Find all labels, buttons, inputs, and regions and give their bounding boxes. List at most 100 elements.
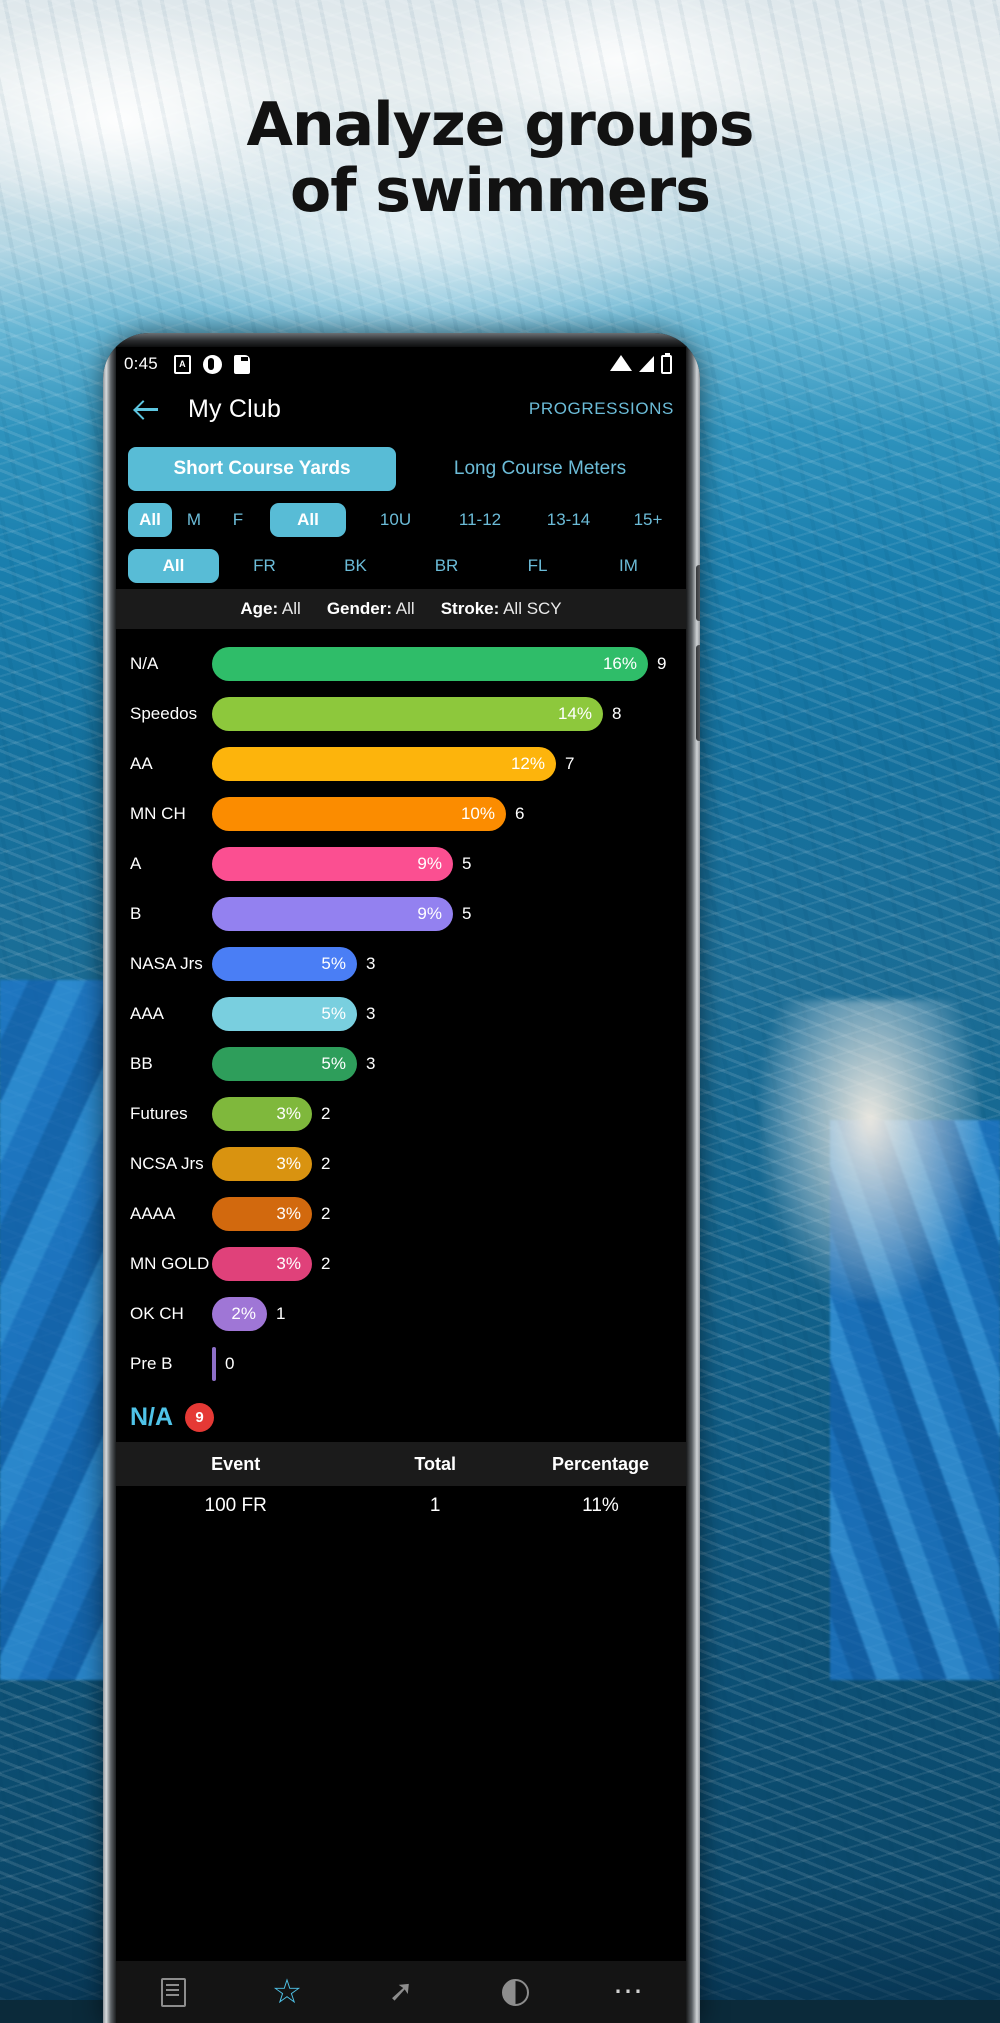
table-header-percentage: Percentage [551,1453,650,1474]
table-header: Event Total Percentage [116,1442,686,1486]
chart-bar-count: 3 [366,1054,376,1073]
chart-row-label: Futures [130,1104,188,1123]
chart-bar-count: 2 [321,1254,331,1273]
filter-stroke-bk[interactable]: BK [310,549,401,583]
chart-row-track: 0 [212,1347,686,1381]
filter-stroke-br[interactable]: BR [401,549,492,583]
chart-row[interactable]: B 9% 5 [116,889,686,939]
nav-item-swimmers[interactable]: ➚ [344,1977,458,2007]
chart-row-label: AA [130,754,153,773]
chart-row[interactable]: NCSA Jrs 3% 2 [116,1139,686,1189]
chart-row[interactable]: MN CH 10% 6 [116,789,686,839]
filter-stroke-fl[interactable]: FL [492,549,583,583]
chart-row-track: 2% 1 [212,1297,686,1331]
status-time: 0:45 [124,354,158,373]
chart-row-track: 3% 2 [212,1097,686,1131]
filter-gender-m[interactable]: M [172,503,216,537]
signal-icon [639,356,654,372]
chart-bar-count: 1 [276,1304,286,1323]
chart-bar: 14% [212,697,603,731]
pool-lane-left [0,980,110,1680]
section-header-na: N/A 9 [116,1391,686,1442]
filter-age-10u[interactable]: 10U [365,503,427,537]
chart-row[interactable]: Speedos 14% 8 [116,689,686,739]
chart-row-label: AAAA [130,1204,176,1223]
chart-row-label: A [130,854,142,873]
chart-row-track: 14% 8 [212,697,686,731]
swimmer-icon: ➚ [388,1975,414,2008]
filter-stroke-im[interactable]: IM [583,549,674,583]
course-toggle: Short Course Yards Long Course Meters [116,437,686,497]
chart-bar-count: 2 [321,1204,331,1223]
back-arrow-icon[interactable] [132,394,162,424]
phone-volume-button[interactable] [696,565,700,621]
chart-bar: 3% [212,1247,312,1281]
chart-row[interactable]: AAAA 3% 2 [116,1189,686,1239]
status-badge: 9 [185,1403,215,1432]
summary-gender-label: Gender: [326,599,392,618]
chart-row[interactable]: NASA Jrs 5% 3 [116,939,686,989]
filter-age-15plus[interactable]: 15+ [622,503,674,537]
summary-age-value: All [281,599,301,618]
chart-row[interactable]: Futures 3% 2 [116,1089,686,1139]
status-bar: 0:45 A [116,347,686,381]
chart-row-label: MN GOLD [130,1254,210,1273]
phone-power-button[interactable] [696,645,700,741]
table-cell-percentage: 11% [582,1495,619,1516]
chart-row[interactable]: A 9% 5 [116,839,686,889]
nav-item-contrast[interactable] [458,1978,572,2006]
table-header-event: Event [211,1453,261,1474]
chart-bar-count: 2 [321,1154,331,1173]
battery-icon [661,352,672,374]
filter-age-13-14[interactable]: 13-14 [534,503,604,537]
nav-item-more[interactable]: ⋯ [572,1977,686,2007]
phone-mockup: 0:45 A My Club PROGRESSIONS Short Course… [103,333,700,2023]
chart-row[interactable]: AA 12% 7 [116,739,686,789]
chart-row-label: OK CH [130,1304,184,1323]
status-icons-left: A [173,354,250,374]
status-icons-right [610,352,672,374]
chart-row-track: 3% 2 [212,1147,686,1181]
chart-bar-count: 0 [225,1354,235,1373]
chart-row[interactable]: AAA 5% 3 [116,989,686,1039]
filter-age-all[interactable]: All [270,503,346,537]
chart-bar: 3% [212,1197,312,1231]
chart-row-track: 16% 9 [212,647,686,681]
phone-screen: 0:45 A My Club PROGRESSIONS Short Course… [116,347,686,2023]
chart-row-track: 9% 5 [212,897,686,931]
chart-row-track: 9% 5 [212,847,686,881]
phone-bezel-top [103,333,700,347]
chart-row[interactable]: OK CH 2% 1 [116,1289,686,1339]
chart-row-label: BB [130,1054,153,1073]
chart-row[interactable]: BB 5% 3 [116,1039,686,1089]
chart-row[interactable]: MN GOLD 3% 2 [116,1239,686,1289]
contact-icon [202,354,222,374]
chart-row-label: B [130,904,142,923]
filter-stroke-all[interactable]: All [128,549,219,583]
table-row[interactable]: 100 FR 1 11% [116,1486,686,1526]
chart-bar-count: 5 [462,904,472,923]
phone-edge-left [103,333,116,2023]
chart-row-track: 3% 2 [212,1197,686,1231]
filter-row-gender-age: All M F All 10U 11-12 13-14 15+ [116,497,686,543]
chart-row-track: 10% 6 [212,797,686,831]
chart-row-track: 5% 3 [212,947,686,981]
chart-bar-count: 7 [565,754,575,773]
page-title: Analyze groups of swimmers [0,92,1000,224]
course-option-long-course-meters[interactable]: Long Course Meters [406,447,674,491]
chart-bar-count: 5 [462,854,472,873]
nav-item-reports[interactable] [116,1977,230,2007]
chart-bar [212,1347,216,1381]
standards-bar-chart: N/A 16% 9 Speedos 14% 8 AA 12% 7 MN CH 10% 6 A 9% 5 B 9%… [116,629,686,1391]
filter-gender-all[interactable]: All [128,503,172,537]
course-option-short-course-yards[interactable]: Short Course Yards [128,447,396,491]
chart-row[interactable]: N/A 16% 9 [116,639,686,689]
chart-row[interactable]: Pre B 0 [116,1339,686,1389]
nav-item-favorites[interactable]: ☆ [230,1975,344,2009]
summary-gender-value: All [395,599,415,618]
progressions-button[interactable]: PROGRESSIONS [529,399,674,419]
filter-gender-f[interactable]: F [216,503,260,537]
filter-stroke-fr[interactable]: FR [219,549,310,583]
filter-age-11-12[interactable]: 11-12 [445,503,515,537]
contrast-icon [501,1978,529,2006]
